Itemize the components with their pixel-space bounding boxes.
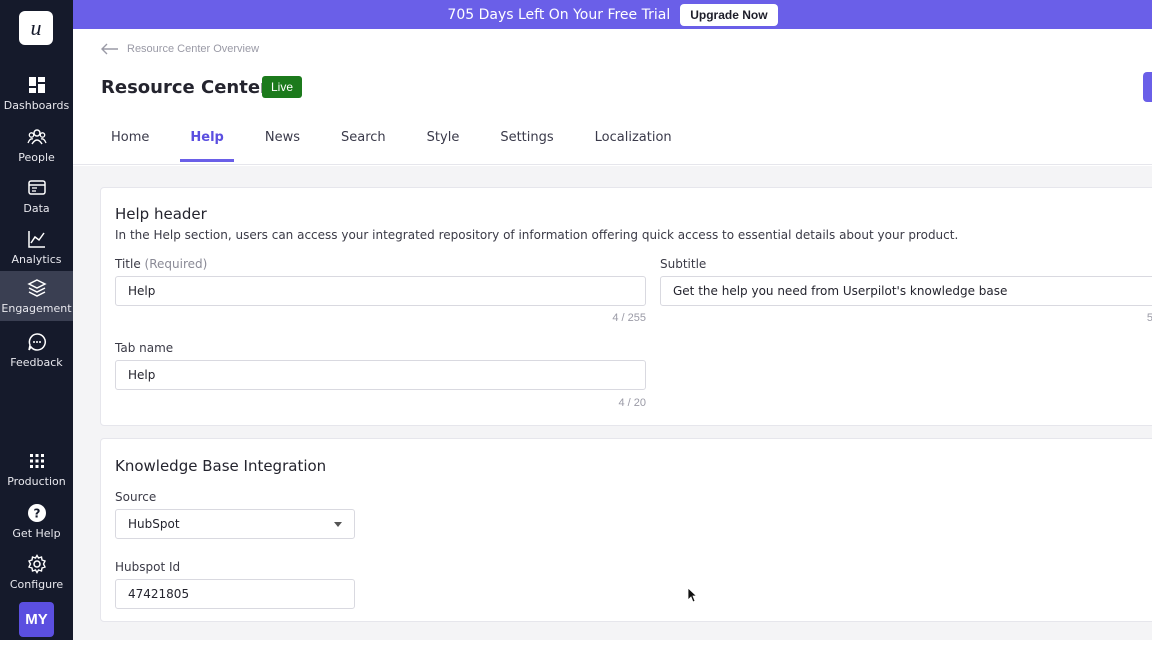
app-frame: u Dashboards People Data Analytics Engag… [0, 0, 1152, 648]
data-icon [27, 179, 46, 195]
tab-home[interactable]: Home [101, 122, 159, 162]
sidebar-item-get-help[interactable]: ? Get Help [0, 496, 73, 546]
sidebar-item-label: Feedback [10, 355, 63, 369]
title-input[interactable]: Help [115, 276, 646, 306]
sidebar-item-feedback[interactable]: Feedback [0, 325, 73, 375]
breadcrumb[interactable]: Resource Center Overview [101, 43, 259, 55]
tab-bar: Home Help News Search Style Settings Loc… [101, 122, 703, 162]
bottom-strip [0, 640, 1152, 648]
sidebar-item-data[interactable]: Data [0, 171, 73, 221]
breadcrumb-label: Resource Center Overview [127, 43, 260, 55]
card-title: Help header [115, 205, 207, 223]
page-title: Resource Center [101, 77, 269, 98]
sidebar-item-label: Configure [9, 577, 64, 591]
tab-localization[interactable]: Localization [585, 122, 682, 162]
page-header: Resource Center Overview Resource Center… [73, 29, 1152, 165]
main-content: Help header In the Help section, users c… [73, 166, 1152, 640]
tab-name-input[interactable]: Help [115, 360, 646, 390]
tab-search[interactable]: Search [331, 122, 396, 162]
trial-days-text: 705 Days Left On Your Free Trial [447, 6, 671, 23]
tab-settings[interactable]: Settings [490, 122, 563, 162]
card-description: In the Help section, users can access yo… [115, 228, 959, 242]
svg-text:?: ? [33, 506, 40, 520]
subtitle-input[interactable]: Get the help you need from Userpilot's k… [660, 276, 1152, 306]
help-icon: ? [27, 503, 46, 522]
sidebar-item-engagement[interactable]: Engagement [0, 271, 73, 321]
source-select[interactable]: HubSpot [115, 509, 355, 539]
source-selected-value: HubSpot [128, 517, 180, 531]
trial-banner: 705 Days Left On Your Free Trial Upgrade… [73, 0, 1152, 29]
chat-icon [27, 332, 46, 351]
sidebar-item-label: Analytics [11, 252, 62, 266]
card-title: Knowledge Base Integration [115, 457, 327, 475]
help-header-card: Help header In the Help section, users c… [100, 187, 1152, 426]
sidebar-item-label: Dashboards [3, 98, 70, 112]
arrow-left-icon [101, 43, 118, 55]
gear-icon [27, 553, 46, 574]
userpilot-logo[interactable]: u [19, 11, 53, 45]
tab-help[interactable]: Help [180, 122, 234, 162]
sidebar-item-label: Production [7, 474, 66, 488]
title-char-counter: 4 / 255 [612, 312, 646, 324]
sidebar-item-label: People [18, 150, 55, 164]
sidebar-item-people[interactable]: People [0, 120, 73, 170]
primary-action-button[interactable] [1143, 72, 1152, 102]
hubspot-id-field-label: Hubspot Id [115, 560, 181, 574]
sidebar-item-production[interactable]: Production [0, 444, 73, 494]
required-hint: (Required) [144, 257, 208, 271]
user-avatar[interactable]: MY [19, 602, 54, 637]
grid-icon [29, 453, 44, 468]
hubspot-id-input[interactable]: 47421805 [115, 579, 355, 609]
title-field-label: Title (Required) [115, 257, 207, 271]
people-icon [26, 128, 47, 144]
sidebar: u Dashboards People Data Analytics Engag… [0, 0, 73, 640]
status-badge: Live [262, 76, 303, 98]
tab-name-field-label: Tab name [115, 341, 174, 355]
mouse-cursor-icon [687, 587, 697, 603]
sidebar-item-configure[interactable]: Configure [0, 547, 73, 597]
upgrade-now-button[interactable]: Upgrade Now [680, 3, 778, 26]
sidebar-item-label: Data [23, 201, 50, 215]
subtitle-char-counter: 5 [1146, 312, 1152, 324]
title-label-text: Title [115, 257, 141, 271]
subtitle-field-label: Subtitle [660, 257, 707, 271]
sidebar-item-label: Engagement [1, 301, 72, 315]
knowledge-base-card: Knowledge Base Integration Source HubSpo… [100, 438, 1152, 622]
tab-news[interactable]: News [255, 122, 310, 162]
source-field-label: Source [115, 490, 157, 504]
analytics-icon [27, 230, 45, 248]
tab-name-char-counter: 4 / 20 [618, 397, 646, 409]
layers-icon [26, 278, 47, 297]
sidebar-item-dashboards[interactable]: Dashboards [0, 68, 73, 118]
sidebar-item-analytics[interactable]: Analytics [0, 222, 73, 272]
sidebar-item-label: Get Help [12, 526, 61, 540]
chevron-down-icon [334, 522, 342, 527]
dashboard-icon [28, 76, 45, 93]
tab-style[interactable]: Style [417, 122, 470, 162]
